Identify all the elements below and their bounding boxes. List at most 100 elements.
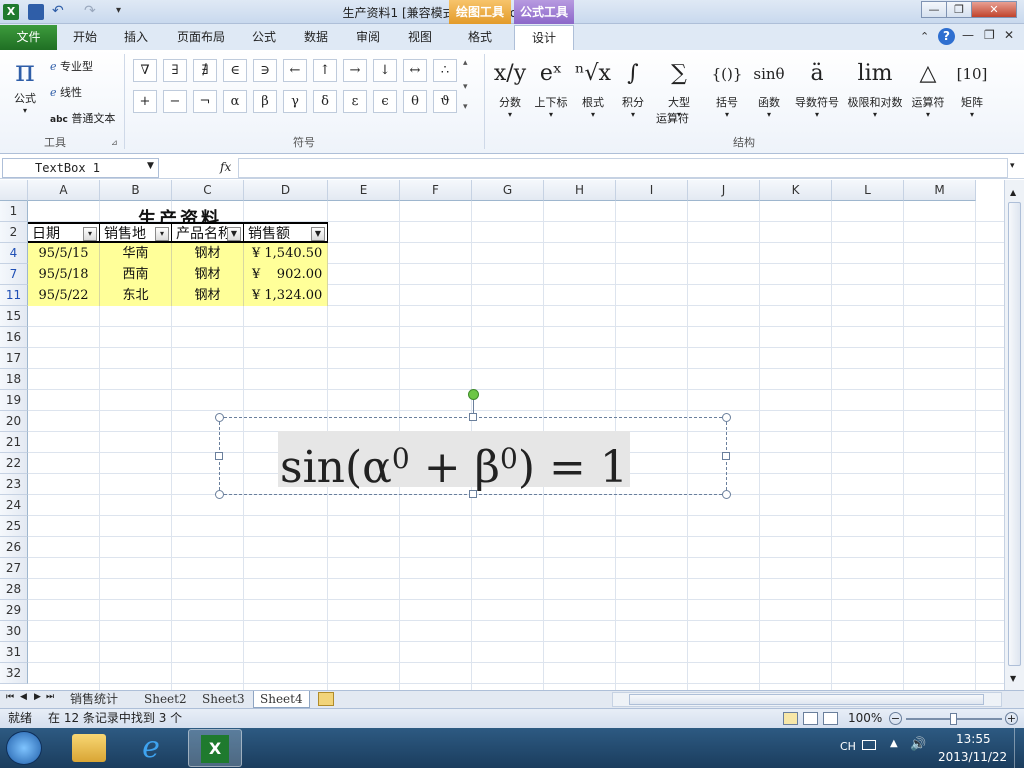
structure-button[interactable]: sinθ 函数 ▾ <box>750 54 788 119</box>
symbol-button[interactable]: ∴ <box>433 59 457 82</box>
row-header[interactable]: 29 <box>0 600 28 621</box>
table-cell[interactable]: 95/5/18 <box>28 264 100 285</box>
structure-button[interactable]: eˣ 上下标 ▾ <box>530 54 572 119</box>
formula-expand-icon[interactable]: ▾ <box>1010 161 1015 171</box>
symbol-button[interactable]: + <box>133 90 157 113</box>
sheet-nav-next-icon[interactable]: ▶ <box>34 692 41 702</box>
table-header-cell[interactable]: 销售额 ▼ <box>244 222 328 243</box>
column-header[interactable]: H <box>544 180 616 201</box>
sheet-nav-prev-icon[interactable]: ◀ <box>20 692 27 702</box>
column-header[interactable]: C <box>172 180 244 201</box>
page-layout-view-icon[interactable] <box>803 712 818 725</box>
doc-close-icon[interactable]: ✕ <box>1004 28 1014 42</box>
symbol-button[interactable]: ¬ <box>193 90 217 113</box>
row-header[interactable]: 25 <box>0 516 28 537</box>
tab-review[interactable]: 审阅 <box>345 25 391 50</box>
row-header[interactable]: 31 <box>0 642 28 663</box>
row-header[interactable]: 20 <box>0 411 28 432</box>
symbol-button[interactable]: β <box>253 90 277 113</box>
column-header[interactable]: K <box>760 180 832 201</box>
table-header-cell[interactable]: 产品名称 ▼ <box>172 222 244 243</box>
symbol-button[interactable]: ϵ <box>373 90 397 113</box>
equation-button[interactable]: π 公式 ▾ <box>6 54 44 115</box>
structure-button[interactable]: [10] 矩阵 ▾ <box>952 54 992 119</box>
filter-dropdown-icon[interactable]: ▾ <box>155 227 169 241</box>
column-header[interactable]: F <box>400 180 472 201</box>
resize-handle-sw[interactable] <box>215 490 224 499</box>
symbol-button[interactable]: ↔ <box>403 59 427 82</box>
row-header[interactable]: 4 <box>0 243 28 264</box>
clock-time[interactable]: 13:55 <box>956 732 991 746</box>
symbol-button[interactable]: ↑ <box>313 59 337 82</box>
excel-taskbar-icon[interactable]: X <box>188 729 242 767</box>
column-header[interactable]: D <box>244 180 328 201</box>
row-header[interactable]: 32 <box>0 663 28 684</box>
show-desktop-button[interactable] <box>1014 728 1024 768</box>
structure-button[interactable]: lim 极限和对数 ▾ <box>843 54 907 119</box>
zoom-level[interactable]: 100% <box>848 709 882 728</box>
symbol-button[interactable]: ↓ <box>373 59 397 82</box>
symbol-button[interactable]: ∄ <box>193 59 217 82</box>
symbol-button[interactable]: ϑ <box>433 90 457 113</box>
filter-active-icon[interactable]: ▼ <box>227 227 241 241</box>
page-break-view-icon[interactable] <box>823 712 838 725</box>
doc-minimize-icon[interactable]: — <box>962 28 974 42</box>
tools-dialog-launcher-icon[interactable]: ⊿ <box>111 138 118 147</box>
row-header[interactable]: 30 <box>0 621 28 642</box>
zoom-slider[interactable] <box>906 713 1002 725</box>
row-header[interactable]: 19 <box>0 390 28 411</box>
tab-design[interactable]: 设计 <box>514 25 574 51</box>
structure-button[interactable]: ä 导数符号 ▾ <box>790 54 844 119</box>
insert-sheet-icon[interactable] <box>318 692 334 706</box>
row-header[interactable]: 16 <box>0 327 28 348</box>
keyboard-icon[interactable] <box>862 740 876 750</box>
structure-button[interactable]: ⁿ√x 根式 ▾ <box>575 54 611 119</box>
resize-handle-ne[interactable] <box>722 413 731 422</box>
table-cell[interactable]: ¥ 1,540.50 <box>244 243 328 264</box>
row-header[interactable]: 17 <box>0 348 28 369</box>
ribbon-collapse-icon[interactable]: ⌃ <box>920 30 929 43</box>
filter-active-icon[interactable]: ▼ <box>311 227 325 241</box>
row-header[interactable]: 2 <box>0 222 28 243</box>
structure-button[interactable]: ∫ 积分 ▾ <box>614 54 652 119</box>
tab-view[interactable]: 视图 <box>397 25 443 50</box>
equation[interactable]: sin(α0 + β0) = 1 <box>278 431 630 493</box>
equation-text-box[interactable]: sin(α0 + β0) = 1 <box>215 389 731 499</box>
doc-restore-icon[interactable]: ❐ <box>984 28 995 42</box>
column-header[interactable]: M <box>904 180 976 201</box>
row-header[interactable]: 11 <box>0 285 28 306</box>
row-header[interactable]: 1 <box>0 201 28 222</box>
tab-insert[interactable]: 插入 <box>113 25 159 50</box>
clock-date[interactable]: 2013/11/22 <box>938 750 1007 764</box>
tab-data[interactable]: 数据 <box>293 25 339 50</box>
table-cell[interactable]: 华南 <box>100 243 172 264</box>
sheet-tab-sheet4[interactable]: Sheet4 <box>253 691 310 708</box>
table-header-cell[interactable]: 销售地 ▾ <box>100 222 172 243</box>
scroll-thumb[interactable] <box>1008 202 1021 666</box>
vertical-scrollbar[interactable]: ▲ ▼ <box>1004 180 1024 690</box>
resize-handle-se[interactable] <box>722 490 731 499</box>
column-header[interactable]: G <box>472 180 544 201</box>
sheet-tab-sheet3[interactable]: Sheet3 <box>196 691 251 708</box>
zoom-slider-thumb[interactable] <box>950 713 957 725</box>
column-header[interactable]: L <box>832 180 904 201</box>
help-icon[interactable]: ? <box>938 28 955 45</box>
resize-handle-s[interactable] <box>469 490 477 498</box>
resize-handle-nw[interactable] <box>215 413 224 422</box>
filter-dropdown-icon[interactable]: ▾ <box>83 227 97 241</box>
sheet-nav-last-icon[interactable]: ⏭ <box>46 692 54 702</box>
row-header[interactable]: 26 <box>0 537 28 558</box>
name-box-dropdown-icon[interactable]: ▼ <box>147 161 154 171</box>
fx-icon[interactable]: fx <box>220 160 231 174</box>
sheet-tab-sales[interactable]: 销售统计 <box>64 691 124 708</box>
tab-format[interactable]: 格式 <box>449 25 511 50</box>
table-cell[interactable]: 95/5/15 <box>28 243 100 264</box>
row-header[interactable]: 28 <box>0 579 28 600</box>
symbol-button[interactable]: ε <box>343 90 367 113</box>
scroll-down-icon[interactable]: ▼ <box>1010 674 1016 683</box>
structure-button[interactable]: x/y 分数 ▾ <box>492 54 528 119</box>
symbol-button[interactable]: ∃ <box>163 59 187 82</box>
table-cell[interactable]: 钢材 <box>172 264 244 285</box>
normal-view-icon[interactable] <box>783 712 798 725</box>
select-all-corner[interactable] <box>0 180 28 201</box>
